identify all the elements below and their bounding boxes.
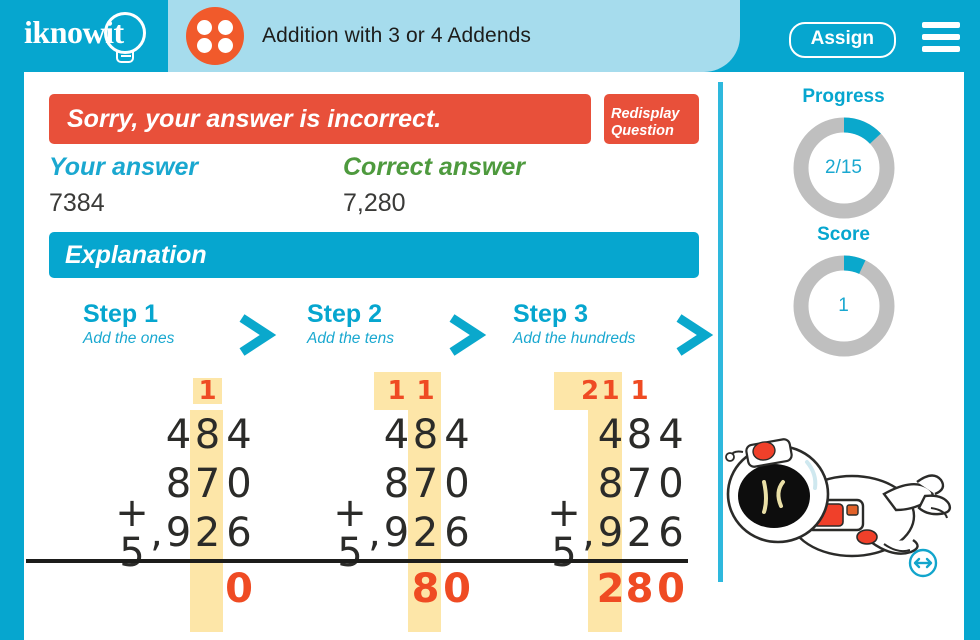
correct-answer-block: Correct answer 7,280	[343, 152, 525, 218]
digit: 7	[626, 460, 653, 507]
lesson-screen: Addition with 3 or 4 Addends iknowit Ass…	[0, 0, 980, 640]
redisplay-question-button[interactable]: Redisplay Question	[604, 94, 699, 144]
addend-row-3: + 5 , 9 2 6	[244, 493, 474, 573]
score-label: Score	[817, 224, 870, 245]
sidebar-divider	[718, 82, 723, 582]
steps-header-row: Step 1 Add the ones Step 2 Add the tens …	[49, 300, 714, 362]
addend-row-1: 4 8 4	[244, 410, 474, 459]
digit: ,	[582, 509, 595, 556]
carry-row: 1 1	[244, 372, 474, 410]
carry-digit: 1	[630, 376, 649, 406]
carry-row: 2 1 1	[458, 372, 688, 410]
step-subtitle: Add the ones	[83, 330, 175, 347]
assign-button[interactable]: Assign	[788, 22, 896, 58]
carry-digit: 1	[601, 376, 620, 406]
step-title: Step 3	[513, 300, 589, 328]
progress-block: Progress 2/15	[723, 86, 964, 222]
digit: 8	[597, 460, 624, 507]
digit: 8	[383, 460, 410, 507]
digit: 6	[658, 509, 684, 556]
digit: 4	[658, 411, 684, 458]
feedback-message: Sorry, your answer is incorrect.	[67, 104, 442, 133]
step-header-3: Step 3 Add the hundreds	[513, 300, 635, 349]
digit: 8	[165, 460, 192, 507]
right-border-band	[964, 62, 980, 640]
step-title: Step 1	[83, 300, 159, 328]
explanation-header: Explanation	[49, 232, 699, 278]
chevron-right-icon	[239, 314, 277, 356]
your-answer-block: Your answer 7384	[49, 152, 198, 218]
sidebar: Progress 2/15 Score 1	[723, 72, 964, 640]
step-title: Step 2	[307, 300, 383, 328]
left-border-band	[0, 62, 24, 640]
digit: 8	[626, 411, 653, 458]
carry-digit: 1	[416, 376, 435, 406]
four-dots-circle-icon	[186, 7, 244, 65]
worked-example-step-1: 1 4 8 4 8 7 0 + 5 , 9 2 6 0	[26, 372, 270, 640]
digit: 8	[412, 411, 439, 458]
worked-examples: 1 4 8 4 8 7 0 + 5 , 9 2 6 0 1 1 4 8 4 8 …	[24, 372, 718, 640]
hamburger-menu-icon[interactable]	[922, 22, 960, 52]
sum-digit: 8	[625, 566, 654, 612]
digit: 4	[383, 411, 410, 458]
addend-row-3: + 5 , 9 2 6	[458, 493, 688, 573]
digit: 8	[194, 411, 221, 458]
correct-answer-value: 7,280	[343, 189, 406, 217]
digit: 9	[597, 509, 624, 556]
lesson-title: Addition with 3 or 4 Addends	[262, 24, 531, 47]
digit: 2	[194, 509, 221, 556]
digit: 0	[658, 460, 684, 507]
correct-answer-label: Correct answer	[343, 153, 526, 181]
worked-example-step-2: 1 1 4 8 4 8 7 0 + 5 , 9 2 6 8 0	[244, 372, 488, 640]
digit: 9	[383, 509, 410, 556]
sum-row: 2 8 0	[458, 563, 688, 615]
sum-digit: 0	[657, 566, 685, 612]
step-subtitle: Add the hundreds	[513, 330, 636, 347]
progress-ring: 2/15	[790, 114, 898, 222]
addend-row-1: 4 8 4	[26, 410, 256, 459]
digit: 9	[165, 509, 192, 556]
digit: 7	[194, 460, 221, 507]
logo-text: iknowit	[24, 14, 124, 50]
carry-digit: 2	[581, 376, 600, 406]
addend-row-1: 4 8 4	[458, 410, 688, 459]
digit: ,	[150, 509, 163, 556]
sum-row: 8 0	[244, 563, 474, 615]
main-content: Sorry, your answer is incorrect. Redispl…	[24, 72, 718, 640]
step-subtitle: Add the tens	[307, 330, 395, 347]
lesson-title-pill: Addition with 3 or 4 Addends	[168, 0, 740, 72]
progress-value: 2/15	[825, 157, 862, 178]
digit: 4	[597, 411, 624, 458]
digit: ,	[368, 509, 381, 556]
feedback-row: Sorry, your answer is incorrect. Redispl…	[49, 94, 699, 144]
score-ring: 1	[790, 252, 898, 360]
digit: 7	[412, 460, 439, 507]
sum-digit: 2	[596, 566, 625, 612]
score-block: Score 1	[723, 224, 964, 360]
iknowit-logo[interactable]: iknowit	[22, 8, 162, 64]
sum-digit: 8	[411, 566, 440, 612]
carry-row: 1	[26, 372, 256, 410]
digit: 2	[412, 509, 439, 556]
carry-digit: 1	[387, 376, 406, 406]
carry-digit: 1	[193, 378, 222, 404]
step-header-1: Step 1 Add the ones	[83, 300, 174, 349]
step-header-2: Step 2 Add the tens	[307, 300, 394, 349]
lightbulb-base-icon	[116, 52, 134, 63]
app-header: Addition with 3 or 4 Addends iknowit Ass…	[0, 0, 980, 72]
score-value: 1	[838, 295, 849, 316]
your-answer-value: 7384	[49, 189, 105, 217]
sum-row: 0	[26, 563, 256, 615]
digit: 4	[165, 411, 192, 458]
chevron-right-icon	[449, 314, 487, 356]
explanation-heading: Explanation	[65, 240, 207, 269]
addend-row-3: + 5 , 9 2 6	[26, 493, 256, 573]
worked-example-step-3: 2 1 1 4 8 4 8 7 0 + 5 , 9 2 6 2 8 0	[458, 372, 702, 640]
progress-label: Progress	[802, 86, 885, 107]
your-answer-label: Your answer	[49, 153, 199, 181]
resize-horizontal-icon[interactable]	[908, 548, 938, 578]
chevron-right-icon	[676, 314, 714, 356]
digit: 2	[626, 509, 653, 556]
incorrect-banner: Sorry, your answer is incorrect.	[49, 94, 591, 144]
